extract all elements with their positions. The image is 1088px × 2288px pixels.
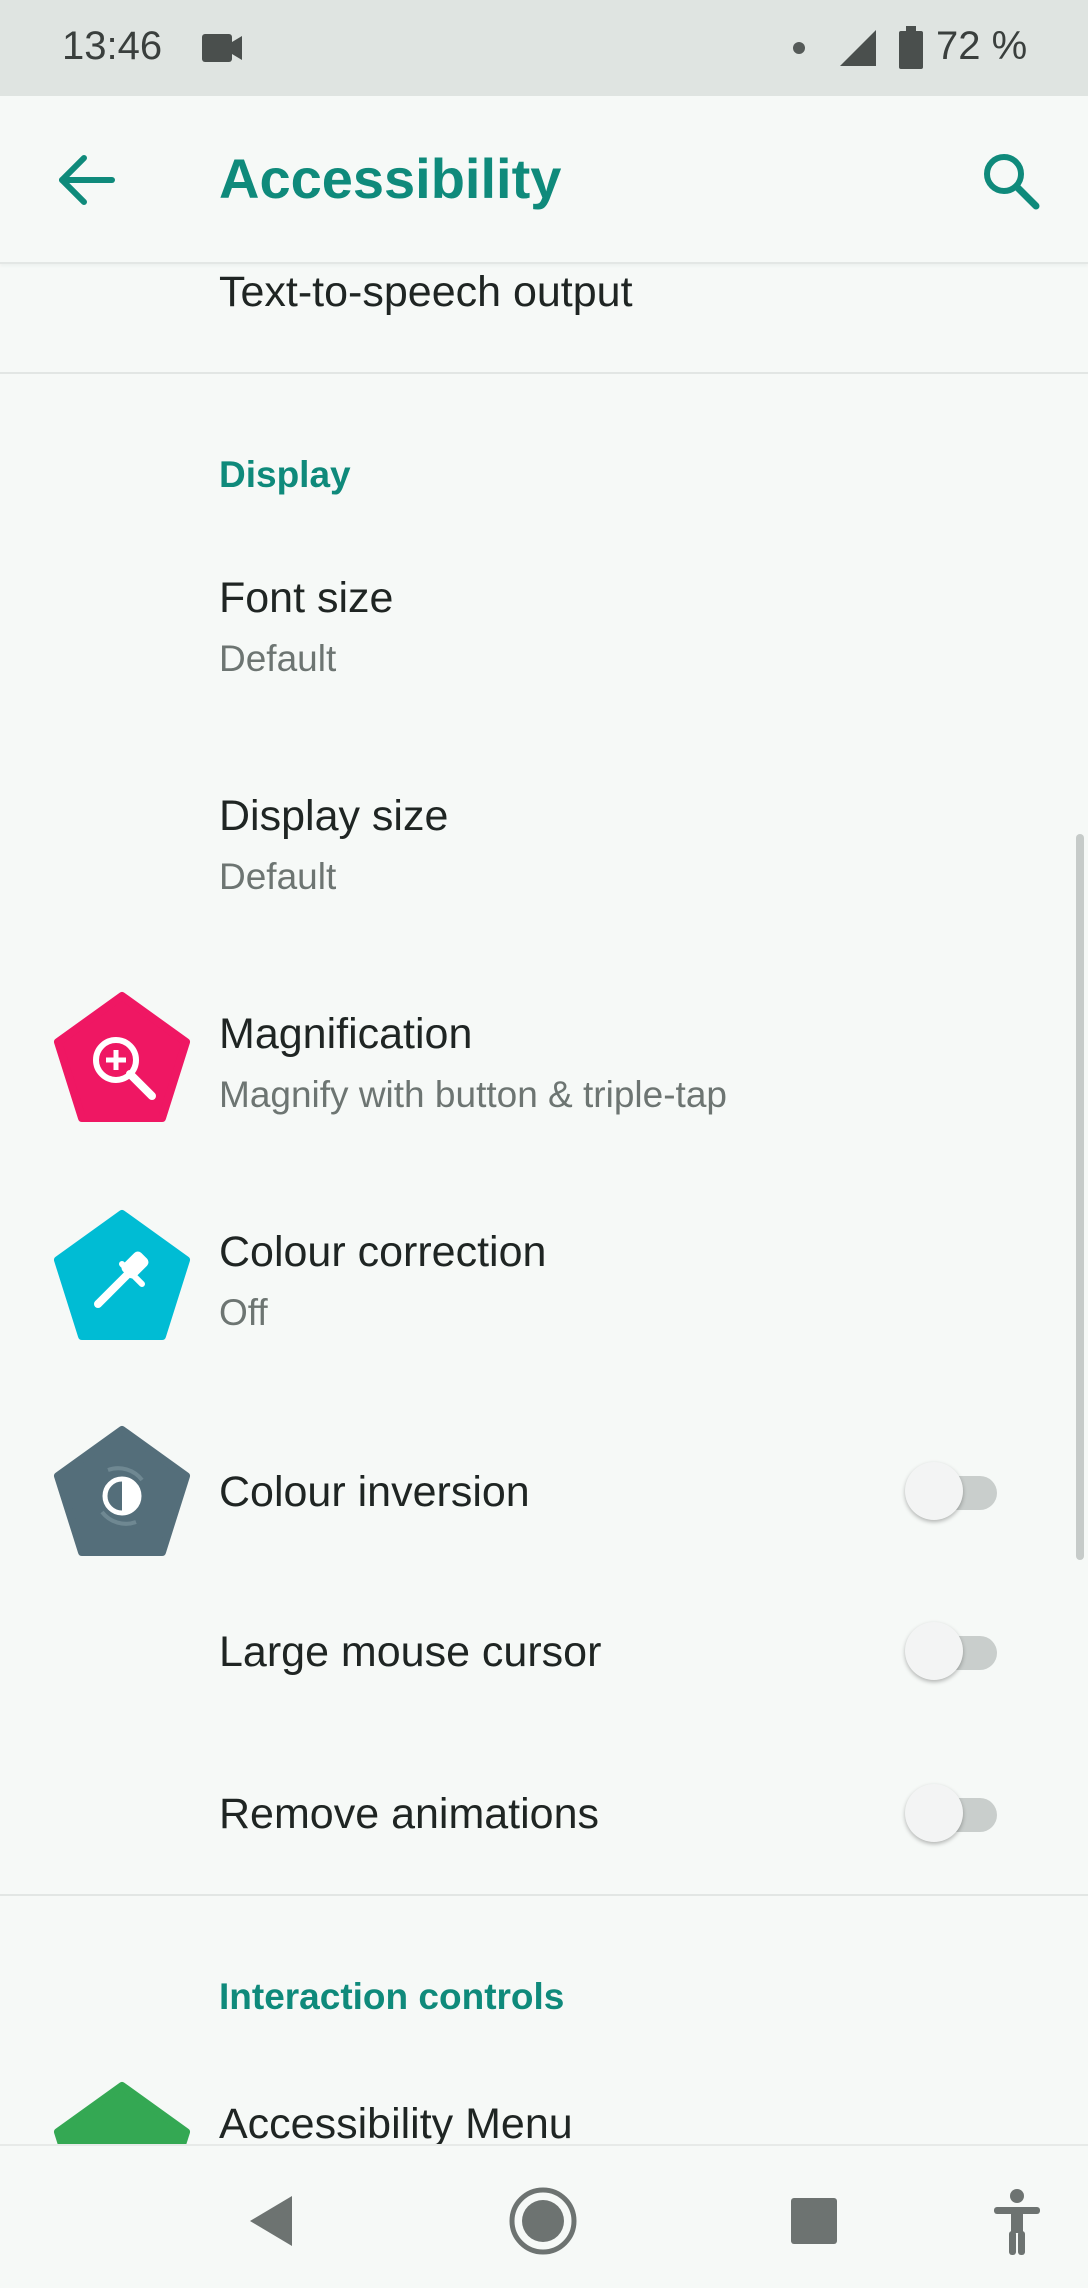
nav-home-button[interactable] [498, 2176, 588, 2266]
search-icon [984, 154, 1040, 210]
magnification-item[interactable]: Magnification Magnify with button & trip… [0, 990, 1088, 1122]
recents-square-icon [791, 2198, 837, 2244]
large-mouse-cursor-item[interactable]: Large mouse cursor [0, 1586, 1088, 1716]
settings-list[interactable]: Text-to-speech output Display Font size … [0, 264, 1088, 2144]
item-title: Colour inversion [219, 1468, 530, 1516]
search-button[interactable] [970, 140, 1050, 220]
app-bar: Accessibility [0, 96, 1088, 264]
item-summary: Default [219, 638, 337, 679]
arrow-left-icon [59, 155, 115, 205]
accessibility-menu-item[interactable]: Accessibility Menu [0, 2080, 1088, 2144]
item-title: Colour correction [219, 1228, 547, 1276]
colour-inversion-switch[interactable] [905, 1462, 1005, 1522]
colour-inversion-item[interactable]: Colour inversion [0, 1426, 1088, 1556]
accessibility-person-icon [994, 2189, 1040, 2255]
section-header-display: Display [219, 454, 351, 495]
status-time: 13:46 [62, 24, 163, 68]
signal-icon [840, 30, 876, 66]
item-title: Display size [219, 792, 449, 840]
colour-correction-item[interactable]: Colour correction Off [0, 1208, 1088, 1340]
item-title: Remove animations [219, 1790, 600, 1838]
notification-dot-icon [793, 42, 805, 54]
large-mouse-cursor-switch[interactable] [905, 1622, 1005, 1682]
item-summary: Off [219, 1292, 268, 1333]
item-summary: Default [219, 856, 337, 897]
section-header-interaction-controls: Interaction controls [219, 1976, 565, 2017]
switch-thumb [905, 1462, 963, 1520]
back-button[interactable] [46, 140, 126, 220]
battery-icon [899, 26, 923, 69]
scrollbar[interactable] [1076, 834, 1084, 1560]
item-title: Large mouse cursor [219, 1628, 602, 1676]
magnification-icon [54, 992, 190, 1122]
eyedropper-icon [54, 1210, 190, 1340]
item-summary: Magnify with button & triple-tap [219, 1074, 727, 1115]
navigation-bar [0, 2144, 1088, 2288]
nav-back-button[interactable] [226, 2176, 316, 2266]
home-circle-icon [509, 2187, 577, 2255]
item-title: Magnification [219, 1010, 473, 1058]
accessibility-menu-icon [54, 2082, 190, 2144]
battery-percent: 72 % [936, 24, 1028, 68]
status-bar: 13:46 72 % [0, 0, 1088, 96]
item-title: Accessibility Menu [219, 2100, 573, 2144]
nav-accessibility-button[interactable] [972, 2176, 1062, 2266]
divider [0, 372, 1088, 374]
colour-inversion-icon [54, 1426, 190, 1556]
nav-recents-button[interactable] [769, 2176, 859, 2266]
divider [0, 1894, 1088, 1896]
page-title: Accessibility [219, 147, 562, 210]
font-size-item[interactable]: Font size Default [0, 554, 1088, 684]
item-title: Font size [219, 574, 394, 622]
item-title: Text-to-speech output [219, 268, 633, 316]
remove-animations-switch[interactable] [905, 1784, 1005, 1844]
switch-thumb [905, 1784, 963, 1842]
switch-thumb [905, 1622, 963, 1680]
display-size-item[interactable]: Display size Default [0, 772, 1088, 902]
text-to-speech-output-item[interactable]: Text-to-speech output [0, 264, 1088, 372]
video-camera-icon [202, 34, 242, 62]
back-triangle-icon [250, 2196, 292, 2246]
remove-animations-item[interactable]: Remove animations [0, 1748, 1088, 1878]
